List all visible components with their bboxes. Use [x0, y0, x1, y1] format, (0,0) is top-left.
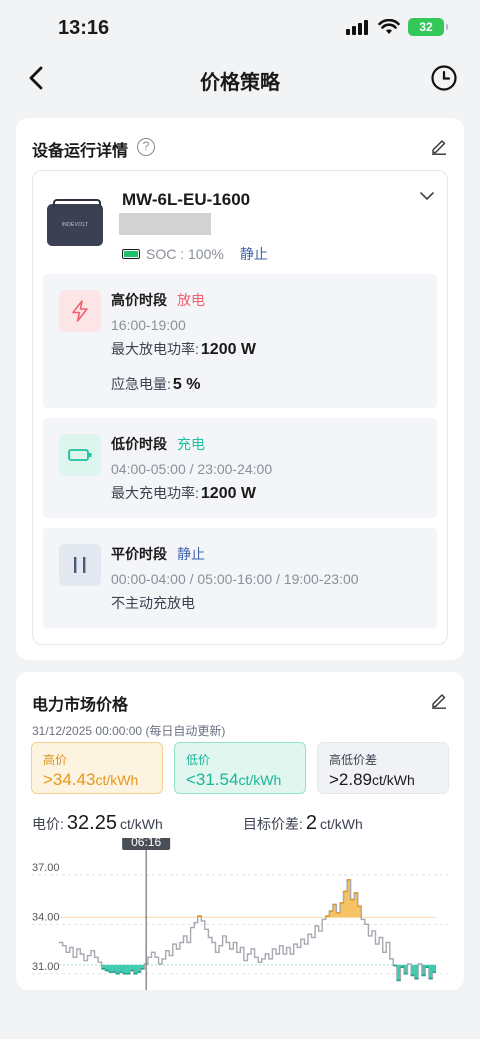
- high-price-label: 高价: [43, 753, 68, 767]
- price-spread-box: 高低价差 >2.89ct/kWh: [317, 742, 449, 794]
- device-image: INDEVOLT: [47, 199, 103, 246]
- soc-row: SOC : 100% 静止: [122, 244, 268, 264]
- nav-bar: 价格策略: [0, 56, 480, 100]
- wifi-icon: [378, 19, 400, 34]
- max-charge-value: 1200 W: [200, 485, 257, 502]
- device-details-card: 设备运行详情 ? INDEVOLT MW-6L-EU-1600 SOC : 10…: [16, 118, 464, 660]
- low-price-fill: [119, 964, 124, 973]
- battery-icon: [122, 249, 140, 259]
- flat-period-mode: 静止: [177, 546, 205, 562]
- flat-period-time: 00:00-04:00 / 05:00-16:00 / 19:00-23:00: [111, 571, 359, 587]
- low-price-unit: ct/kWh: [238, 772, 282, 788]
- device-details-title: 设备运行详情: [32, 143, 129, 160]
- market-price-title: 电力市场价格: [32, 697, 129, 714]
- battery-charge-icon: [59, 434, 101, 476]
- flat-period-title: 平价时段: [111, 546, 167, 562]
- y-tick-label: 34.00: [32, 911, 60, 923]
- market-price-card: 电力市场价格 31/12/2025 00:00:00 (每日自动更新) 高价 >…: [16, 672, 464, 990]
- y-tick-label: 31.00: [32, 961, 60, 973]
- emergency-reserve-label: 应急电量:: [111, 376, 171, 392]
- price-chart[interactable]: 37.00 34.00 31.00 06:16: [16, 838, 464, 990]
- low-price-fill: [432, 964, 436, 973]
- current-price-row: 电价: 32.25 ct/kWh: [32, 812, 163, 835]
- device-panel: INDEVOLT MW-6L-EU-1600 SOC : 100% 静止 高价时…: [32, 170, 448, 645]
- no-active-charge-text: 不主动充放电: [111, 595, 195, 611]
- low-price-value: <31.54: [186, 770, 239, 789]
- flat-price-period: 平价时段 静止 00:00-04:00 / 05:00-16:00 / 19:00…: [43, 528, 437, 628]
- high-price-unit: ct/kWh: [95, 772, 139, 788]
- target-spread-unit: ct/kWh: [320, 816, 363, 832]
- high-price-box: 高价 >34.43ct/kWh: [31, 742, 163, 794]
- max-charge-label: 最大充电功率:: [111, 485, 199, 501]
- emergency-reserve-value: 5 %: [172, 376, 201, 393]
- price-spread-label: 高低价差: [329, 753, 378, 767]
- high-period-title: 高价时段: [111, 292, 167, 308]
- y-tick-label: 37.00: [32, 862, 60, 874]
- max-discharge-label: 最大放电功率:: [111, 341, 199, 357]
- low-price-fill: [112, 964, 116, 973]
- max-discharge-value: 1200 W: [200, 341, 257, 358]
- history-clock-icon[interactable]: [430, 64, 458, 92]
- target-spread-row: 目标价差: 2 ct/kWh: [243, 812, 363, 835]
- device-serial-redacted: [119, 213, 211, 235]
- status-bar: 13:16 32: [0, 0, 480, 56]
- status-time: 13:16: [58, 17, 110, 39]
- low-price-period: 低价时段 充电 04:00-05:00 / 23:00-24:00 最大充电功率:…: [43, 418, 437, 518]
- update-timestamp: 31/12/2025 00:00:00 (每日自动更新): [32, 724, 226, 738]
- help-icon[interactable]: ?: [137, 138, 155, 156]
- pause-icon: [59, 544, 101, 586]
- soc-value: SOC : 100%: [146, 246, 224, 262]
- lightning-icon: [59, 290, 101, 332]
- low-price-label: 低价: [186, 753, 211, 767]
- price-spread-value: >2.89: [329, 770, 373, 789]
- device-model: MW-6L-EU-1600: [122, 190, 251, 209]
- cellular-signal-icon: [346, 19, 370, 35]
- target-spread-value: 2: [305, 812, 318, 834]
- high-period-mode: 放电: [177, 292, 205, 308]
- battery-status-icon: 32: [408, 18, 448, 36]
- high-price-value: >34.43: [43, 770, 96, 789]
- low-price-fill: [130, 964, 134, 971]
- target-spread-label: 目标价差:: [243, 816, 303, 832]
- battery-level: 32: [419, 20, 433, 34]
- low-period-time: 04:00-05:00 / 23:00-24:00: [111, 461, 273, 477]
- high-price-period: 高价时段 放电 16:00-19:00 最大放电功率: 1200 W 应急电量: 5 …: [43, 274, 437, 408]
- status-icons: 32: [346, 18, 448, 36]
- edit-icon[interactable]: [430, 137, 448, 155]
- device-state: 静止: [239, 246, 268, 262]
- page-title: 价格策略: [200, 72, 280, 94]
- time-cursor-label: 06:16: [131, 838, 161, 849]
- low-price-box: 低价 <31.54ct/kWh: [174, 742, 306, 794]
- device-image-brand: INDEVOLT: [61, 222, 89, 228]
- price-spread-unit: ct/kWh: [372, 772, 415, 788]
- current-price-label: 电价:: [32, 816, 64, 832]
- chevron-down-icon[interactable]: [419, 191, 435, 201]
- low-period-title: 低价时段: [111, 436, 167, 452]
- low-period-mode: 充电: [177, 436, 205, 452]
- current-price-unit: ct/kWh: [119, 816, 163, 832]
- edit-icon[interactable]: [430, 691, 448, 709]
- high-period-time: 16:00-19:00: [111, 317, 186, 333]
- high-price-fill: [350, 899, 355, 918]
- current-price-value: 32.25: [66, 812, 117, 834]
